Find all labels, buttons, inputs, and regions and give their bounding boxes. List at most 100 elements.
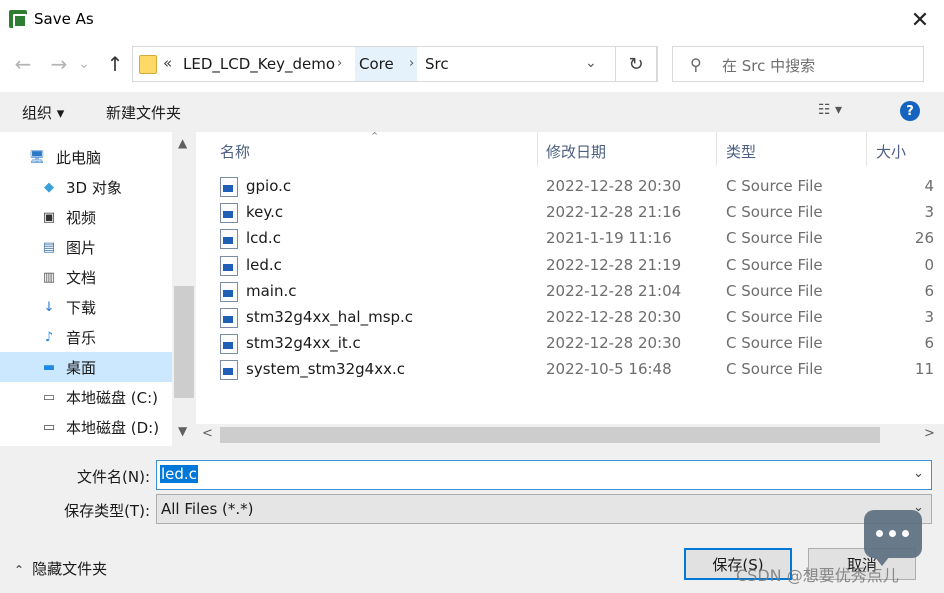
breadcrumb-separator-icon[interactable]: › (337, 47, 342, 81)
documents-icon: ▥ (42, 269, 56, 285)
scroll-down-icon[interactable]: ▼ (178, 424, 187, 438)
forward-button[interactable]: → (44, 49, 74, 79)
c-file-icon (220, 203, 238, 224)
search-placeholder: 在 Src 中搜索 (722, 57, 816, 75)
sidebar-item-drive-d[interactable]: ▭ 本地磁盘 (D:) (0, 412, 172, 442)
sidebar-item-label: 桌面 (66, 359, 97, 377)
recent-locations-button[interactable]: ⌄ (74, 49, 94, 79)
watermark-text: CSDN @想要优秀点儿 (736, 566, 899, 585)
folder-icon (139, 55, 157, 74)
back-button[interactable]: ← (8, 49, 38, 79)
file-type: C Source File (726, 177, 823, 195)
sidebar-item-download[interactable]: ↓ 下载 (0, 292, 172, 322)
scroll-right-icon[interactable]: > (924, 426, 935, 441)
sidebar-item-label: 视频 (66, 209, 97, 227)
video-icon: ▣ (42, 209, 56, 225)
file-type: C Source File (726, 203, 823, 222)
download-icon: ↓ (43, 299, 55, 315)
sidebar-item-label: 3D 对象 (66, 179, 122, 197)
title-bar: Save As ✕ (0, 0, 944, 40)
scroll-left-icon[interactable]: < (202, 426, 213, 441)
file-modified-date: 2022-12-28 21:04 (546, 281, 682, 300)
column-divider[interactable] (866, 132, 867, 166)
filetype-label: 保存类型(T): (64, 502, 150, 520)
sidebar-item-drive-c[interactable]: ▭ 本地磁盘 (C:) (0, 382, 172, 412)
chat-dot (902, 530, 909, 537)
organize-button[interactable]: 组织 ▾ (22, 102, 64, 123)
file-size: 26 (914, 229, 934, 248)
file-row[interactable]: key.c 2022-12-28 21:16 C Source File 3 (212, 200, 944, 226)
window-title: Save As (34, 10, 94, 28)
filename-value[interactable]: led.c (160, 465, 198, 483)
sidebar-item-label: 此电脑 (56, 149, 102, 167)
breadcrumb-led-lcd-key-demo[interactable]: LED_LCD_Key_demo (179, 47, 339, 81)
file-size: 6 (924, 334, 934, 353)
scroll-up-icon[interactable]: ▲ (178, 136, 187, 150)
file-name: key.c (246, 203, 284, 222)
column-header-name[interactable]: 名称 (220, 141, 250, 162)
address-overflow-icon[interactable]: « (163, 54, 172, 72)
app-icon (9, 10, 27, 28)
hide-folders-toggle[interactable]: ⌃ 隐藏文件夹 (14, 558, 107, 579)
sidebar-item-label: 图片 (66, 239, 97, 257)
sidebar-item-video[interactable]: ▣ 视频 (0, 202, 172, 232)
file-row[interactable]: system_stm32g4xx.c 2022-10-5 16:48 C Sourc… (212, 357, 944, 383)
file-row[interactable]: main.c 2022-12-28 21:04 C Source File 6 (212, 279, 944, 305)
horizontal-scrollbar[interactable]: < > (196, 424, 944, 446)
search-input[interactable]: ⚲ 在 Src 中搜索 (672, 46, 924, 82)
close-button[interactable]: ✕ (896, 0, 944, 40)
breadcrumb-separator-icon[interactable]: › (409, 47, 414, 81)
navigation-scrollbar[interactable]: ▲ ▼ (172, 132, 196, 446)
sidebar-item-label: 本地磁盘 (C:) (66, 389, 158, 407)
file-row[interactable]: stm32g4xx_it.c 2022-12-28 20:30 C Source F… (212, 331, 944, 357)
column-header-type[interactable]: 类型 (726, 141, 756, 162)
column-header-size[interactable]: 大小 (876, 141, 906, 162)
refresh-button[interactable]: ↻ (615, 46, 657, 82)
sidebar-item-documents[interactable]: ▥ 文档 (0, 262, 172, 292)
column-divider[interactable] (716, 132, 717, 166)
file-name: led.c (246, 255, 282, 274)
sidebar-item-pictures[interactable]: ▤ 图片 (0, 232, 172, 262)
column-divider[interactable] (537, 132, 538, 166)
file-modified-date: 2021-1-19 11:16 (546, 229, 672, 248)
file-row[interactable]: lcd.c 2021-1-19 11:16 C Source File 26 (212, 226, 944, 252)
address-dropdown-icon[interactable]: ⌄ (585, 55, 597, 71)
filename-field[interactable]: led.c ⌄ (156, 460, 932, 490)
file-modified-date: 2022-12-28 21:19 (546, 255, 682, 274)
breadcrumb-core[interactable]: Core (355, 47, 398, 81)
address-bar[interactable]: « LED_LCD_Key_demo › Core › Src ⌄ (132, 46, 658, 82)
scroll-thumb[interactable] (220, 427, 880, 443)
file-row[interactable]: led.c 2022-12-28 21:19 C Source File 0 (212, 253, 944, 279)
c-file-icon (220, 255, 238, 276)
up-button[interactable]: ↑ (100, 49, 130, 79)
view-options-button[interactable]: ☷ ▾ (818, 102, 866, 124)
filetype-select[interactable]: All Files (*.*) ⌄ (156, 494, 932, 524)
file-name: stm32g4xx_it.c (246, 334, 361, 353)
new-folder-button[interactable]: 新建文件夹 (106, 102, 181, 123)
c-file-icon (220, 360, 238, 381)
file-row[interactable]: stm32g4xx_hal_msp.c 2022-12-28 20:30 C Sou… (212, 305, 944, 331)
music-icon: ♪ (44, 329, 54, 345)
file-size: 4 (924, 177, 934, 195)
file-row[interactable]: gpio.c 2022-12-28 20:30 C Source File 4 (212, 174, 944, 200)
file-type: C Source File (726, 360, 823, 379)
file-size: 6 (924, 281, 934, 300)
file-type: C Source File (726, 229, 823, 248)
3d-objects-icon: ◆ (44, 179, 54, 195)
breadcrumb-src[interactable]: Src (421, 47, 453, 81)
file-type: C Source File (726, 308, 823, 326)
chat-dot (876, 530, 883, 537)
file-modified-date: 2022-12-28 20:30 (546, 334, 682, 353)
sidebar-item-desktop[interactable]: ▬ 桌面 (0, 352, 172, 382)
sidebar-item-label: 下载 (66, 299, 97, 317)
help-icon[interactable]: ? (900, 101, 920, 121)
scroll-thumb[interactable] (174, 286, 194, 398)
file-size: 11 (914, 360, 934, 379)
file-size: 3 (924, 203, 934, 222)
sidebar-item-3d-objects[interactable]: ◆ 3D 对象 (0, 172, 172, 202)
sidebar-item-computer[interactable]: 🖥 此电脑 (0, 142, 172, 172)
chevron-down-icon[interactable]: ⌄ (913, 466, 924, 481)
sidebar-item-music[interactable]: ♪ 音乐 (0, 322, 172, 352)
column-header-date[interactable]: 修改日期 (546, 141, 606, 162)
file-modified-date: 2022-12-28 20:30 (546, 177, 682, 195)
